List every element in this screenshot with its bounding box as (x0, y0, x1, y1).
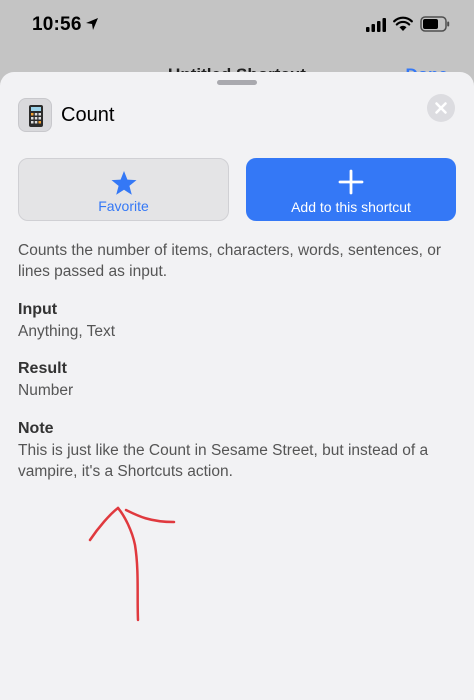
calculator-icon (18, 98, 52, 132)
wifi-icon (393, 16, 413, 31)
action-description: Counts the number of items, characters, … (18, 242, 441, 280)
status-bar: 10:56 (0, 0, 474, 52)
input-heading: Input (18, 301, 58, 318)
note-heading: Note (18, 420, 54, 437)
favorite-button[interactable]: Favorite (18, 158, 229, 221)
location-arrow-icon (86, 18, 98, 30)
cellular-signal-icon (366, 18, 386, 32)
status-time: 10:56 (32, 14, 82, 35)
result-value: Number (18, 382, 74, 399)
close-button[interactable] (427, 94, 455, 122)
result-heading: Result (18, 360, 67, 377)
input-value: Anything, Text (18, 323, 116, 340)
plus-icon (338, 169, 364, 195)
sheet-grabber[interactable] (217, 80, 257, 85)
battery-icon (420, 16, 450, 32)
add-to-shortcut-label: Add to this shortcut (291, 199, 411, 215)
action-detail-sheet: Count Favorite Add to this shortcut Coun… (0, 72, 474, 700)
favorite-label: Favorite (98, 198, 149, 214)
annotation-arrow-icon (88, 506, 176, 622)
star-icon (111, 171, 136, 195)
note-value: This is just like the Count in Sesame St… (18, 442, 429, 480)
close-icon (435, 102, 447, 114)
add-to-shortcut-button[interactable]: Add to this shortcut (246, 158, 456, 221)
action-title: Count (61, 104, 115, 126)
